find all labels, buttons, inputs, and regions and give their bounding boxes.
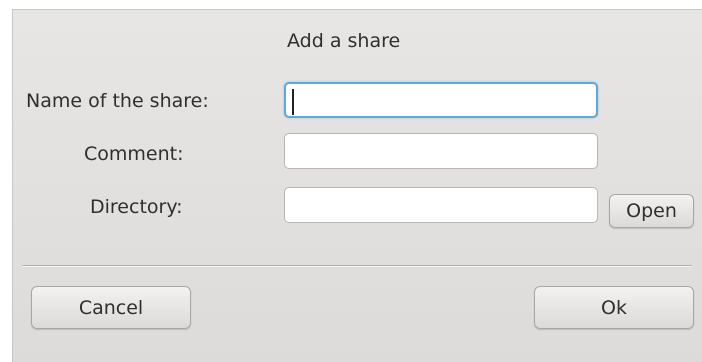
share-name-input[interactable]: [284, 82, 598, 118]
add-share-dialog: Add a share Name of the share: Comment: …: [0, 0, 702, 362]
name-label: Name of the share:: [26, 90, 209, 112]
comment-label: Comment:: [84, 143, 184, 165]
directory-input[interactable]: [284, 187, 598, 223]
footer-separator: [22, 265, 692, 266]
comment-input[interactable]: [284, 133, 598, 169]
cancel-button[interactable]: Cancel: [31, 286, 191, 329]
dialog-title: Add a share: [287, 30, 401, 52]
directory-label: Directory:: [90, 196, 183, 218]
text-caret: [292, 89, 294, 115]
ok-button[interactable]: Ok: [534, 286, 694, 329]
open-button[interactable]: Open: [609, 194, 694, 228]
